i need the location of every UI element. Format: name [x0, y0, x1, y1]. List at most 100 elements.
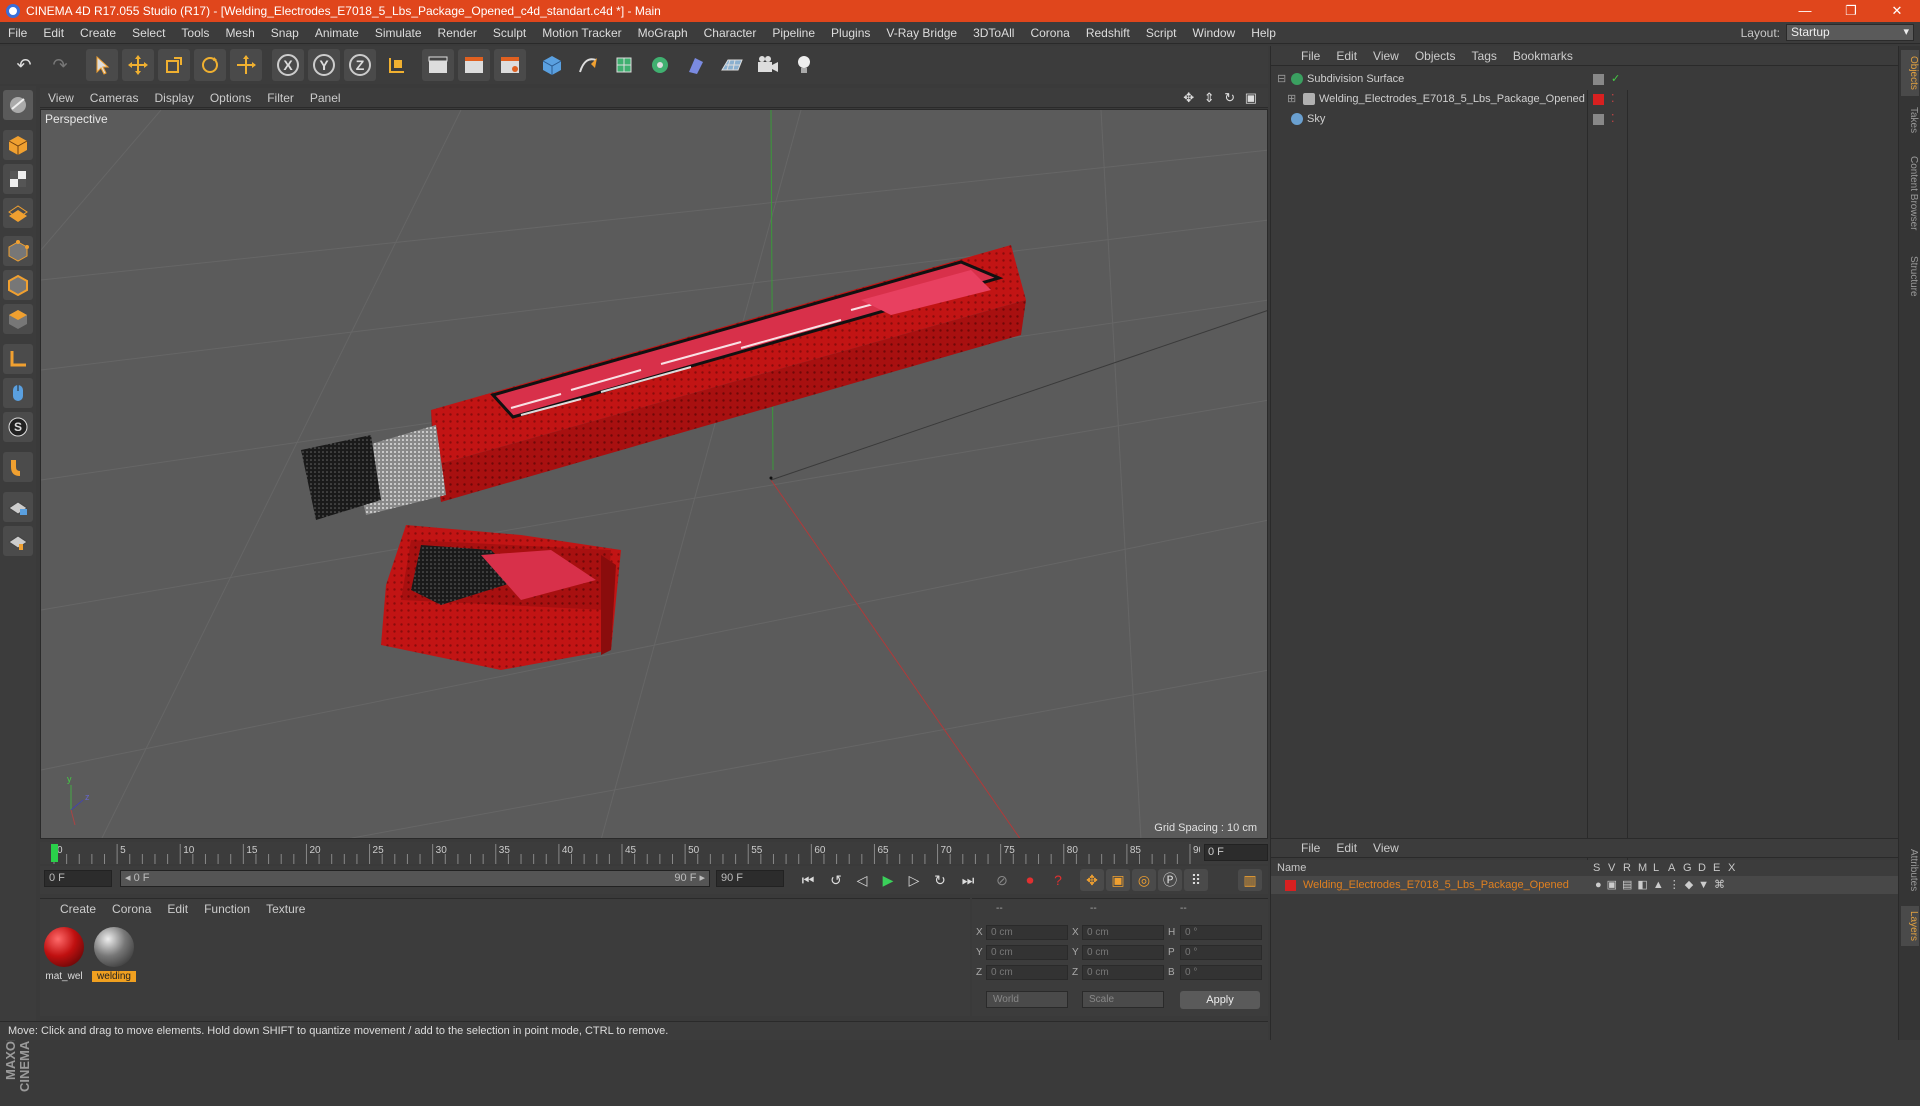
editor-visibility-icon[interactable]: [1593, 74, 1604, 85]
add-camera-button[interactable]: [752, 49, 784, 81]
visibility-dots-icon[interactable]: ⁚: [1611, 110, 1615, 128]
coordinate-system-button[interactable]: [380, 49, 412, 81]
expand-icon[interactable]: ⊞: [1287, 90, 1296, 108]
lock-workplane-button[interactable]: [3, 492, 33, 522]
coordinate-space-dropdown[interactable]: World: [986, 991, 1068, 1008]
editor-visibility-icon[interactable]: [1593, 114, 1604, 125]
object-menu-item-3[interactable]: Objects: [1407, 49, 1464, 63]
menu-item-8[interactable]: Simulate: [367, 26, 430, 40]
layer-color-swatch[interactable]: [1593, 94, 1604, 105]
render-to-picture-viewer-button[interactable]: [458, 49, 490, 81]
collapse-icon[interactable]: ⊟: [1277, 70, 1286, 88]
autokey-button[interactable]: ?: [1046, 869, 1070, 891]
layer-column-header[interactable]: E: [1713, 860, 1720, 876]
make-editable-button[interactable]: [3, 90, 33, 120]
menu-item-5[interactable]: Mesh: [217, 26, 262, 40]
key-parameter-button[interactable]: Ⓟ: [1158, 869, 1182, 891]
motion-path-button[interactable]: ⊘: [990, 869, 1014, 891]
viewport-menu-item-5[interactable]: Panel: [302, 91, 349, 105]
add-deformer-button[interactable]: [680, 49, 712, 81]
size-x-field[interactable]: 0 cm: [1082, 925, 1164, 940]
edges-mode-button[interactable]: [3, 270, 33, 300]
magnet-button[interactable]: [3, 452, 33, 482]
layer-flag-icons[interactable]: ●▣▤◧▲⋮◆▼⌘: [1595, 876, 1730, 894]
apply-button[interactable]: Apply: [1180, 991, 1260, 1009]
layer-color-swatch[interactable]: [1285, 880, 1296, 891]
rotate-tool-button[interactable]: [194, 49, 226, 81]
undo-button[interactable]: ↶: [8, 49, 40, 81]
key-scale-button[interactable]: ▣: [1106, 869, 1130, 891]
menu-item-10[interactable]: Sculpt: [485, 26, 534, 40]
menu-item-12[interactable]: MoGraph: [630, 26, 696, 40]
workplane-snap-button[interactable]: [3, 526, 33, 556]
workplane-mode-button[interactable]: [3, 198, 33, 228]
end-frame-field[interactable]: 90 F: [716, 870, 784, 887]
tab-layers[interactable]: Layers: [1901, 906, 1919, 946]
menu-item-13[interactable]: Character: [696, 26, 765, 40]
points-mode-button[interactable]: [3, 236, 33, 266]
frame-range-slider[interactable]: ◂ 0 F 90 F ▸: [120, 870, 710, 887]
viewport-menu-item-1[interactable]: Cameras: [82, 91, 147, 105]
size-y-field[interactable]: 0 cm: [1082, 945, 1164, 960]
size-z-field[interactable]: 0 cm: [1082, 965, 1164, 980]
object-menu-item-0[interactable]: File: [1293, 49, 1328, 63]
key-position-button[interactable]: ✥: [1080, 869, 1104, 891]
go-to-start-button[interactable]: ⏮: [796, 869, 820, 891]
live-selection-button[interactable]: [86, 49, 118, 81]
z-axis-lock-button[interactable]: Z: [344, 49, 376, 81]
position-z-field[interactable]: 0 cm: [986, 965, 1068, 980]
material-welding[interactable]: welding: [92, 927, 136, 982]
menu-item-16[interactable]: V-Ray Bridge: [878, 26, 965, 40]
menu-item-15[interactable]: Plugins: [823, 26, 878, 40]
layer-menu-item-0[interactable]: File: [1293, 841, 1328, 855]
menu-item-3[interactable]: Select: [124, 26, 173, 40]
menu-item-7[interactable]: Animate: [307, 26, 367, 40]
tab-structure[interactable]: Structure: [1901, 248, 1919, 304]
layer-column-header[interactable]: D: [1698, 860, 1706, 876]
move-tool-button[interactable]: [122, 49, 154, 81]
add-array-button[interactable]: [644, 49, 676, 81]
size-mode-dropdown[interactable]: Scale: [1082, 991, 1164, 1008]
menu-item-18[interactable]: Corona: [1022, 26, 1077, 40]
tweak-mode-button[interactable]: [3, 378, 33, 408]
add-nurbs-button[interactable]: [608, 49, 640, 81]
prev-frame-button[interactable]: ◁: [850, 869, 874, 891]
prev-key-button[interactable]: ↺: [824, 869, 848, 891]
minimize-button[interactable]: —: [1782, 0, 1828, 22]
snap-mode-button[interactable]: S: [3, 412, 33, 442]
start-frame-field[interactable]: 0 F: [44, 870, 112, 887]
tab-takes[interactable]: Takes: [1901, 102, 1919, 138]
tab-content-browser[interactable]: Content Browser: [1901, 144, 1919, 242]
timeline-layout-button[interactable]: ▥: [1238, 869, 1262, 891]
viewport-menu-item-3[interactable]: Options: [202, 91, 259, 105]
play-button[interactable]: ▶: [876, 869, 900, 891]
redo-button[interactable]: ↷: [44, 49, 76, 81]
position-x-field[interactable]: 0 cm: [986, 925, 1068, 940]
add-light-button[interactable]: [788, 49, 820, 81]
layer-column-header[interactable]: A: [1668, 860, 1675, 876]
menu-item-14[interactable]: Pipeline: [764, 26, 823, 40]
layer-column-header[interactable]: X: [1728, 860, 1735, 876]
material-menu-item-4[interactable]: Texture: [258, 902, 313, 916]
layout-dropdown[interactable]: Startup: [1786, 24, 1914, 41]
menu-item-4[interactable]: Tools: [173, 26, 217, 40]
visibility-dots-icon[interactable]: ⁚: [1611, 90, 1615, 108]
y-axis-lock-button[interactable]: Y: [308, 49, 340, 81]
material-menu-item-2[interactable]: Edit: [159, 902, 196, 916]
rotation-h-field[interactable]: 0 °: [1180, 925, 1262, 940]
material-mat-wel[interactable]: mat_wel: [42, 927, 86, 982]
key-pla-button[interactable]: ⠿: [1184, 869, 1208, 891]
render-settings-button[interactable]: [494, 49, 526, 81]
render-view-button[interactable]: [422, 49, 454, 81]
timeline-ruler[interactable]: 051015202530354045505560657075808590 0 F: [40, 842, 1268, 864]
menu-item-19[interactable]: Redshift: [1078, 26, 1138, 40]
material-menu-item-0[interactable]: Create: [52, 902, 104, 916]
object-menu-item-1[interactable]: Edit: [1328, 49, 1365, 63]
menu-item-20[interactable]: Script: [1138, 26, 1185, 40]
menu-item-17[interactable]: 3DToAll: [965, 26, 1022, 40]
layer-column-header[interactable]: M: [1638, 860, 1647, 876]
axis-mode-button[interactable]: [3, 344, 33, 374]
menu-item-22[interactable]: Help: [1243, 26, 1284, 40]
menu-item-11[interactable]: Motion Tracker: [534, 26, 629, 40]
viewport-nav-icons[interactable]: ✥ ⇕ ↻ ▣: [1183, 90, 1260, 106]
